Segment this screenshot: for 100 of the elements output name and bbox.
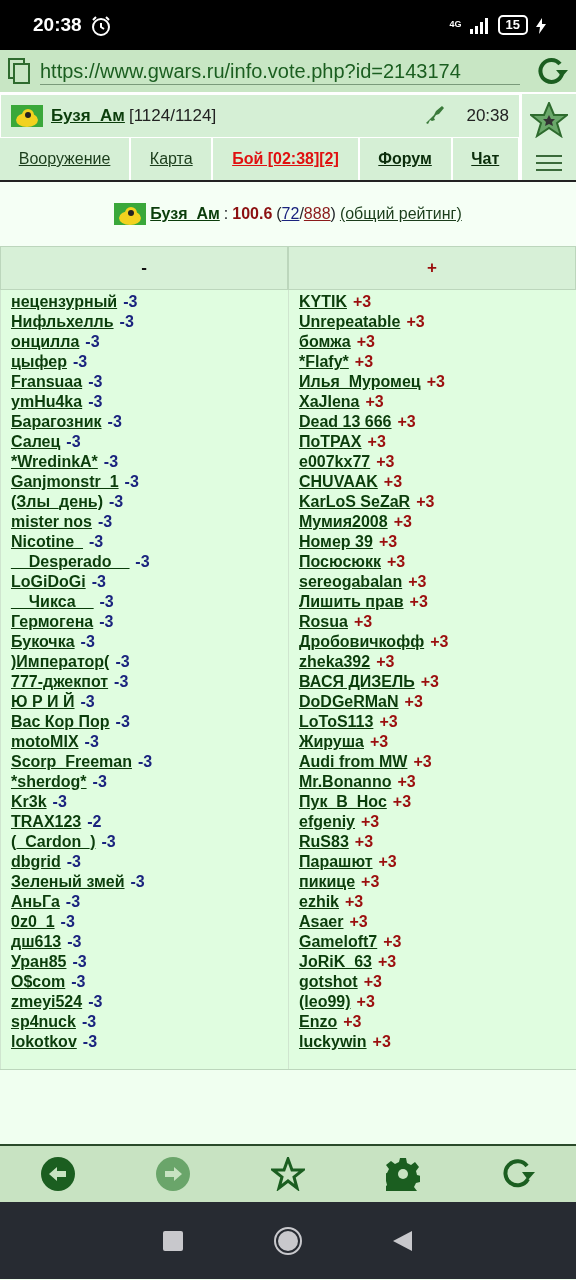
back-icon[interactable] [393, 1229, 413, 1252]
player-link[interactable]: Asaer [299, 913, 344, 930]
player-link[interactable]: Dead 13 666 [299, 413, 392, 430]
player-link[interactable]: Kr3k [11, 793, 47, 810]
player-link[interactable]: *sherdog* [11, 773, 87, 790]
player-link[interactable]: ВАСЯ ДИЗЕЛЬ [299, 673, 415, 690]
player-link[interactable]: 0z0_1 [11, 913, 55, 930]
player-link[interactable]: *WredinkA* [11, 453, 98, 470]
player-link[interactable]: Парашют [299, 853, 373, 870]
player-link[interactable]: бомжа [299, 333, 351, 350]
player-link[interactable]: Fransuaa [11, 373, 83, 390]
player-link[interactable]: (Злы_день) [11, 493, 103, 510]
player-link[interactable]: )Император( [11, 653, 110, 670]
player-link[interactable]: Scorp_Freeman [11, 753, 132, 770]
player-link[interactable]: Нифльхелль [11, 313, 114, 330]
back-icon[interactable] [40, 1157, 75, 1191]
player-link[interactable]: Unrepeatable [299, 313, 401, 330]
player-link[interactable]: XaJIena [299, 393, 360, 410]
player-link[interactable]: Лишить прав [299, 593, 404, 610]
player-link[interactable]: Пук_В_Нос [299, 793, 387, 810]
reload-icon[interactable] [536, 56, 568, 86]
player-link[interactable]: Салец [11, 433, 61, 450]
player-link[interactable]: нецензурный [11, 293, 118, 310]
total-votes-link[interactable]: 888 [303, 202, 331, 226]
vote-value: +3 [379, 713, 398, 730]
clock-time: 20:38 [466, 105, 509, 128]
player-link[interactable]: Посюсюкк [299, 553, 381, 570]
player-link[interactable]: *Flafy* [299, 353, 349, 370]
player-link[interactable]: ezhik [299, 893, 339, 910]
settings-icon[interactable] [386, 1157, 421, 1191]
player-link[interactable]: Audi from MW [299, 753, 408, 770]
player-link[interactable]: gotshot [299, 973, 358, 990]
recents-icon[interactable] [163, 1230, 183, 1251]
player-link[interactable]: mister nos [11, 513, 92, 530]
player-link[interactable]: e007kx77 [299, 453, 371, 470]
player-link[interactable]: АньГа [11, 893, 60, 910]
player-link[interactable]: Enzo [299, 1013, 338, 1030]
player-link[interactable]: 777-джекпот [11, 673, 109, 690]
positive-votes-link[interactable]: 72 [281, 202, 300, 226]
player-link[interactable]: sp4nuck [11, 1013, 76, 1030]
player-link[interactable]: Ю Р И Й [11, 693, 75, 710]
player-link[interactable]: Номер 39 [299, 533, 373, 550]
player-link[interactable]: онцилла [11, 333, 80, 350]
player-link[interactable]: Гермогена [11, 613, 94, 630]
player-link[interactable]: Илья_Муромец [299, 373, 421, 390]
player-link[interactable]: Mr.Bonanno [299, 773, 392, 790]
player-link[interactable]: CHUVAAK [299, 473, 378, 490]
player-link[interactable]: Жируша [299, 733, 364, 750]
player-link[interactable]: дш613 [11, 933, 62, 950]
player-link[interactable]: LoGiDoGi [11, 573, 86, 590]
player-link[interactable]: lokotkov [11, 1033, 77, 1050]
player-link[interactable]: цыфер [11, 353, 67, 370]
player-link[interactable]: Дробовичкофф [299, 633, 425, 650]
player-link[interactable]: Уран85 [11, 953, 67, 970]
player-link[interactable]: luckywin [299, 1033, 367, 1050]
player-link[interactable]: sereogabalan [299, 573, 403, 590]
nav-tab[interactable]: Бой [02:38][2] [213, 138, 360, 180]
player-link[interactable]: (leo99) [299, 993, 351, 1010]
player-link[interactable]: Бузя_Ам [51, 103, 125, 129]
player-link[interactable]: __Desperado__ [11, 553, 130, 570]
player-link[interactable]: __Чикса__ [11, 593, 94, 610]
player-link[interactable]: Nicotine_ [11, 533, 83, 550]
player-link[interactable]: KYTIK [299, 293, 347, 310]
player-link[interactable]: LoToS113 [299, 713, 374, 730]
player-link[interactable]: (_Cardon_) [11, 833, 96, 850]
player-link[interactable]: DoDGeRMaN [299, 693, 399, 710]
nav-tab[interactable]: Карта [131, 138, 214, 180]
player-link[interactable]: Мумия2008 [299, 513, 388, 530]
vote-value: +3 [397, 773, 416, 790]
player-link[interactable]: KarLoS SeZaR [299, 493, 411, 510]
player-link[interactable]: Букочка [11, 633, 75, 650]
player-link[interactable]: Gameloft7 [299, 933, 378, 950]
player-link[interactable]: Бузя_Ам [150, 202, 220, 226]
nav-tab[interactable]: Вооружение [0, 138, 132, 180]
nav-tab[interactable]: Форум [359, 138, 453, 180]
player-link[interactable]: RuS83 [299, 833, 349, 850]
nav-tab[interactable]: Чат [452, 138, 520, 180]
vote-value: -3 [99, 613, 114, 630]
player-link[interactable]: efgeniy [299, 813, 355, 830]
player-link[interactable]: zheka392 [299, 653, 371, 670]
copy-icon[interactable] [8, 58, 32, 84]
player-link[interactable]: motoMIX [11, 733, 79, 750]
player-link[interactable]: Барагозник [11, 413, 102, 430]
player-link[interactable]: JoRiK_63 [299, 953, 372, 970]
star-icon[interactable] [530, 102, 568, 138]
menu-icon[interactable] [536, 154, 562, 172]
player-link[interactable]: O$com [11, 973, 66, 990]
player-link[interactable]: ПоТРАХ [299, 433, 362, 450]
player-link[interactable]: Зеленый змей [11, 873, 125, 890]
player-link[interactable]: dbgrid [11, 853, 61, 870]
player-link[interactable]: Rosua [299, 613, 348, 630]
home-icon[interactable] [273, 1225, 303, 1256]
player-link[interactable]: ymHu4ka [11, 393, 83, 410]
player-link[interactable]: Вас Кор Пор [11, 713, 110, 730]
player-link[interactable]: TRAX123 [11, 813, 82, 830]
player-link[interactable]: zmeyi524 [11, 993, 83, 1010]
player-link[interactable]: пикице [299, 873, 356, 890]
overall-rating-link[interactable]: (общий рейтинг) [339, 202, 462, 226]
player-link[interactable]: Ganjmonstr_1 [11, 473, 119, 490]
star-icon[interactable] [270, 1157, 305, 1191]
